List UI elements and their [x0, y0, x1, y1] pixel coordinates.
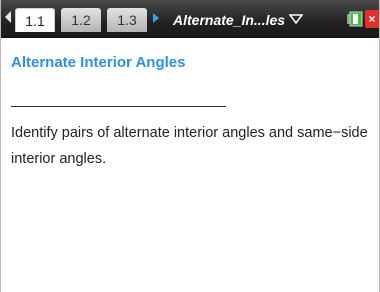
close-icon[interactable]: ×	[365, 10, 379, 28]
page-heading: Alternate Interior Angles	[11, 54, 186, 71]
triangle-left-icon[interactable]	[5, 11, 11, 23]
tab-1-2[interactable]: 1.2	[61, 8, 101, 32]
document-title: Alternate_In...les	[173, 12, 286, 28]
notes-page: Alternate Interior Angles Identify pairs…	[1, 38, 379, 292]
instructions-text: Identify pairs of alternate interior ang…	[11, 125, 368, 167]
document-toolbar: 1.1 1.2 1.3 Alternate_In...les ×	[1, 0, 379, 38]
battery-icon	[347, 11, 363, 27]
calculator-screen: 1.1 1.2 1.3 Alternate_In...les × Alterna…	[0, 0, 380, 292]
chevron-down-icon[interactable]	[289, 13, 303, 25]
triangle-right-icon[interactable]	[153, 13, 159, 23]
tab-1-1[interactable]: 1.1	[15, 8, 55, 32]
divider	[11, 106, 226, 107]
tab-1-3[interactable]: 1.3	[107, 8, 147, 32]
